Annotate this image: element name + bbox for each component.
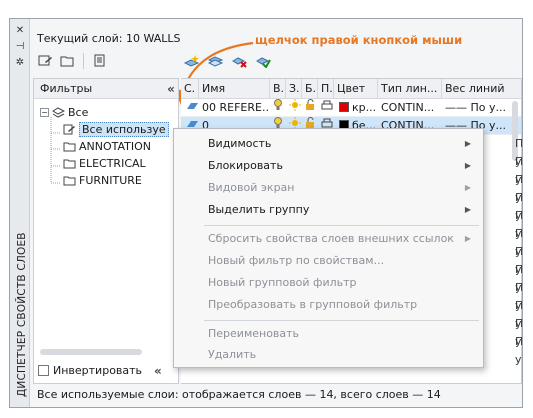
lineweight-cell: По у... [515,173,523,204]
unlock-icon[interactable] [302,99,316,117]
column-color[interactable]: Цвет [334,79,378,99]
filter-toolbar [35,52,110,70]
column-lineweight[interactable]: Вес линий [442,79,521,99]
menu-item-select-group[interactable]: Выделить группу ▶ [174,199,483,221]
lineweight-cell: По у... [515,263,523,294]
lineweight-cell: По у... [515,137,523,168]
group-filter-icon [60,56,73,67]
menu-item-delete[interactable]: Удалить [174,344,483,366]
current-layer-label: Текущий слой: 10 WALLS [37,32,181,45]
filter-stack-icon [52,107,65,118]
layer-linetype[interactable]: CONTIN... [378,99,442,117]
column-name[interactable]: Имя [199,79,270,99]
lineweight-cell: По у... [515,317,523,348]
new-group-filter-button[interactable] [57,52,77,70]
column-status[interactable]: С. [181,79,199,99]
filters-header: Фильтры « [34,79,178,99]
submenu-arrow-icon: ▶ [464,183,471,192]
filter-node-all[interactable]: − Все [40,104,88,121]
group-filter-icon [63,159,76,169]
pin-icon[interactable]: ⊣ [14,41,26,53]
layer-states-icon [94,54,104,67]
column-lock[interactable]: Б. [302,79,318,99]
invert-label: Инвертировать [53,364,143,377]
column-on[interactable]: В. [270,79,286,99]
filters-scrollbar[interactable] [40,349,142,355]
layer-color[interactable]: кр... [336,99,378,117]
lineweight-cell: По у... [515,281,523,312]
filter-node-annotation[interactable]: ANNOTATION [63,138,151,155]
invert-checkbox[interactable] [38,365,49,376]
filters-pane: Фильтры « − Все Все используе ANNOTATION… [33,78,179,384]
layer-name: 00 REFERE... [202,101,270,114]
properties-icon[interactable]: ✲ [14,57,26,69]
lineweight-cell: По у... [515,209,523,240]
property-filter-icon [63,124,75,135]
table-row[interactable]: 00 REFERE... кр... CONTIN... —— По у... [181,99,521,117]
menu-separator [204,320,479,321]
collapse-filters-icon[interactable]: « [164,82,178,96]
group-filter-icon [63,142,76,152]
collapse-pane-icon[interactable]: « [154,364,162,378]
new-property-filter-button[interactable] [35,52,55,70]
filter-node-furniture[interactable]: FURNITURE [63,172,142,189]
filter-node-label: Все используе [79,122,169,137]
layer-status-icon [183,99,199,117]
menu-item-lock[interactable]: Блокировать ▶ [174,155,483,177]
palette-title: ДИСПЕТЧЕР СВОЙСТВ СЛОЕВ [16,232,28,397]
layer-states-button[interactable] [90,52,110,70]
menu-item-visibility[interactable]: Видимость ▶ [174,133,483,155]
filter-node-label: FURNITURE [79,174,142,187]
close-icon[interactable]: ✕ [14,25,26,37]
filter-node-used-layers[interactable]: Все используе [63,121,169,138]
menu-item-reset-xref-overrides[interactable]: Сбросить свойства слоев внешних ссылок ▶ [174,228,483,250]
printer-icon[interactable] [318,99,333,117]
column-linetype[interactable]: Тип лин... [378,79,442,99]
lineweight-cell: По у... [515,299,523,330]
lineweight-cell: По у... [515,227,523,258]
filter-node-label: ANNOTATION [79,140,152,153]
lineweight-cell: По у... [515,335,523,366]
column-plot[interactable]: П. [318,79,334,99]
layer-lineweight[interactable]: —— По у... [442,99,521,117]
filters-title: Фильтры [40,82,93,95]
filter-node-label: ELECTRICAL [79,157,146,170]
collapse-tree-icon[interactable]: − [40,108,49,117]
palette-title-strip: ✕ ⊣ ✲ ДИСПЕТЧЕР СВОЙСТВ СЛОЕВ [10,19,30,407]
lineweight-cell: По у... [515,191,523,222]
submenu-arrow-icon: ▶ [464,139,471,148]
status-bar: Все используемые слои: отображается слое… [37,388,441,401]
color-swatch [339,102,349,112]
lightbulb-icon[interactable] [270,99,283,117]
submenu-arrow-icon: ▶ [464,234,471,243]
property-filter-icon [38,55,52,66]
menu-item-new-property-filter[interactable]: Новый фильтр по свойствам... [174,250,483,272]
invert-filter[interactable]: Инвертировать [38,364,142,377]
menu-item-rename[interactable]: Переименовать [174,323,483,345]
lineweight-cell: По у... [515,245,523,276]
layer-list-header: С. Имя В. З. Б. П. Цвет Тип лин... Вес л… [181,79,521,99]
annotation-callout: щелчок правой кнопкой мыши [255,33,463,47]
group-filter-icon [63,176,76,186]
menu-separator [204,225,479,226]
menu-item-convert-to-group-filter[interactable]: Преобразовать в групповой фильтр [174,294,483,316]
menu-item-new-group-filter[interactable]: Новый групповой фильтр [174,272,483,294]
filter-node-label: Все [68,106,89,119]
color-name: кр... [352,101,377,114]
menu-item-viewport[interactable]: Видовой экран ▶ [174,177,483,199]
context-menu: Видимость ▶ Блокировать ▶ Видовой экран ▶ В… [173,128,484,368]
column-freeze[interactable]: З. [286,79,302,99]
submenu-arrow-icon: ▶ [464,205,471,214]
sun-icon[interactable] [286,99,301,117]
submenu-arrow-icon: ▶ [464,161,471,170]
lineweight-cell: По у... [515,155,523,186]
filter-node-electrical[interactable]: ELECTRICAL [63,155,146,172]
